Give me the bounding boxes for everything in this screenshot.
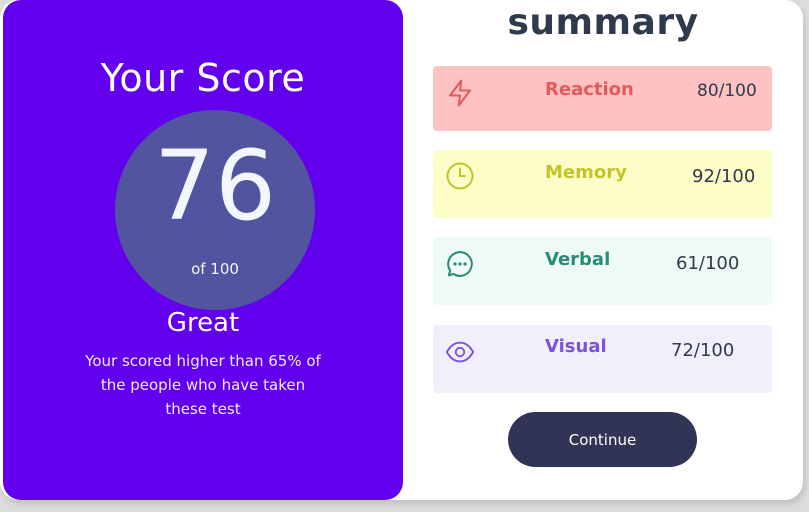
- results-card: Your Score 76 of 100 Great Your scored h…: [0, 0, 803, 500]
- summary-item-memory: Memory 92/100: [433, 150, 772, 218]
- continue-button[interactable]: Continue: [508, 412, 697, 467]
- summary-item-verbal: Verbal 61/100: [433, 237, 772, 305]
- summary-item-label: Reaction: [545, 79, 634, 100]
- score-heading: Your Score: [100, 56, 306, 100]
- summary-item-value: 72/100: [671, 340, 735, 361]
- chat-bubble-icon: [447, 251, 473, 277]
- summary-item-visual: Visual 72/100: [433, 325, 772, 393]
- score-value: 76: [153, 130, 277, 242]
- summary-item-reaction: Reaction 80/100: [433, 66, 772, 131]
- score-panel: Your Score 76 of 100 Great Your scored h…: [3, 0, 403, 500]
- summary-item-label: Memory: [545, 162, 627, 183]
- summary-item-label: Verbal: [545, 249, 611, 270]
- summary-title: summary: [507, 2, 699, 43]
- eye-icon: [445, 341, 475, 363]
- score-rating: Great: [166, 308, 240, 338]
- summary-item-value: 61/100: [676, 253, 740, 274]
- lightning-icon: [449, 79, 471, 107]
- summary-item-value: 80/100: [697, 81, 757, 101]
- summary-item-value: 92/100: [692, 166, 756, 187]
- clock-icon: [446, 162, 474, 190]
- score-description: Your scored higher than 65% of the peopl…: [85, 352, 321, 418]
- summary-item-label: Visual: [545, 336, 607, 357]
- score-out-of: of 100: [191, 260, 239, 278]
- score-circle: 76 of 100: [115, 110, 315, 310]
